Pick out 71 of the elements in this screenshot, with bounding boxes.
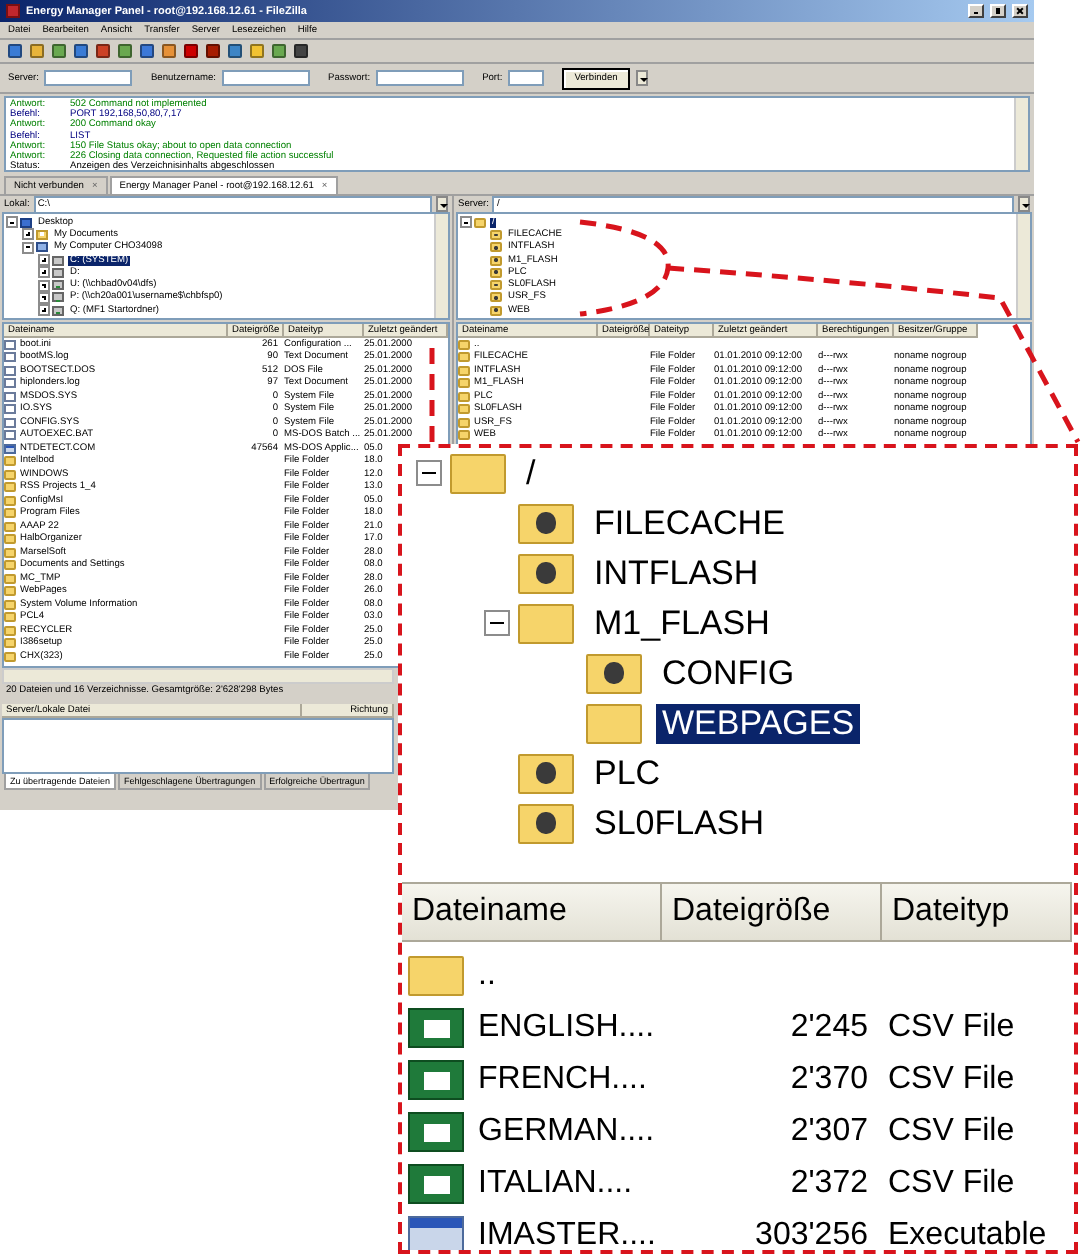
input-field[interactable] <box>44 70 133 86</box>
folder-icon <box>408 956 464 996</box>
dropdown-button[interactable] <box>1018 196 1030 212</box>
collapse-icon[interactable] <box>483 610 509 636</box>
highlight-arc <box>579 219 671 317</box>
minimize-button[interactable] <box>968 4 984 18</box>
table-cell: FRENCH.... <box>478 1062 647 1098</box>
table-cell-text: 2'372 <box>788 1166 870 1202</box>
tree-item[interactable]: CONFIG <box>656 653 801 693</box>
column-header[interactable]: Dateityp <box>882 882 1072 942</box>
desktop-icon <box>20 217 32 228</box>
dropdown-button[interactable] <box>436 196 448 212</box>
spreadsheet-icon <box>408 1008 464 1048</box>
tree-item[interactable]: INTFLASH <box>588 553 765 593</box>
tree-item[interactable]: M1_FLASH <box>588 603 776 643</box>
tree-item[interactable]: / <box>520 453 542 493</box>
table-cell: ITALIAN.... <box>478 1166 633 1202</box>
table-cell: .. <box>478 958 496 994</box>
tree-item[interactable]: FILECACHE <box>588 503 791 543</box>
table-cell-text: 2'307 <box>788 1114 870 1150</box>
folder-icon <box>450 453 506 493</box>
input-field[interactable] <box>508 70 545 86</box>
folder-icon <box>518 503 574 543</box>
expand-icon[interactable] <box>38 254 50 267</box>
table-cell-text: CSV File <box>888 1114 1017 1150</box>
expand-icon[interactable] <box>38 279 50 292</box>
collapse-icon[interactable] <box>6 216 18 229</box>
spreadsheet-icon <box>408 1164 464 1204</box>
table-cell-text: CSV File <box>888 1062 1017 1098</box>
dropdown-button[interactable] <box>635 70 648 86</box>
app-icon <box>6 4 20 18</box>
program-icon <box>4 443 16 454</box>
table-cell-text: CSV File <box>888 1010 1017 1046</box>
collapse-icon[interactable] <box>415 460 441 486</box>
tree-item[interactable]: PLC <box>588 753 667 793</box>
column-header[interactable]: Dateigröße <box>662 882 882 942</box>
expand-icon[interactable] <box>22 228 34 241</box>
table-cell-text: Executable <box>888 1218 1049 1250</box>
spreadsheet-icon <box>408 1060 464 1100</box>
folder-icon <box>518 753 574 793</box>
expand-icon[interactable] <box>38 304 50 317</box>
collapse-icon[interactable] <box>460 216 472 229</box>
scrollbar[interactable] <box>1016 214 1030 318</box>
scrollbar[interactable] <box>434 214 448 318</box>
table-cell: GERMAN.... <box>478 1114 655 1150</box>
table-cell-text: 2'370 <box>788 1062 870 1098</box>
expand-icon[interactable] <box>38 266 50 279</box>
documents-icon <box>36 229 48 240</box>
input-field[interactable] <box>376 70 465 86</box>
table-cell-text: 303'256 <box>753 1218 870 1250</box>
folder-icon <box>586 653 642 693</box>
table-cell-text: 2'245 <box>788 1010 870 1046</box>
close-button[interactable] <box>1012 4 1028 18</box>
program-icon <box>408 1216 464 1250</box>
column-header[interactable]: Dateiname <box>402 882 662 942</box>
scrollbar[interactable] <box>1014 98 1028 170</box>
spreadsheet-icon <box>408 1112 464 1152</box>
table-cell: ENGLISH.... <box>478 1010 655 1046</box>
tree-item[interactable]: WEBPAGES <box>656 703 861 743</box>
input-field[interactable] <box>222 70 310 86</box>
table-cell: IMASTER.... <box>478 1218 656 1250</box>
folder-icon <box>586 703 642 743</box>
collapse-icon[interactable] <box>22 241 34 254</box>
folder-icon <box>518 553 574 593</box>
maximize-button[interactable] <box>990 4 1006 18</box>
table-cell-text: CSV File <box>888 1166 1017 1202</box>
folder-icon <box>518 603 574 643</box>
scrollbar[interactable] <box>2 668 394 684</box>
folder-icon <box>518 803 574 843</box>
tree-item[interactable]: SL0FLASH <box>588 803 771 843</box>
computer-icon <box>36 242 48 253</box>
